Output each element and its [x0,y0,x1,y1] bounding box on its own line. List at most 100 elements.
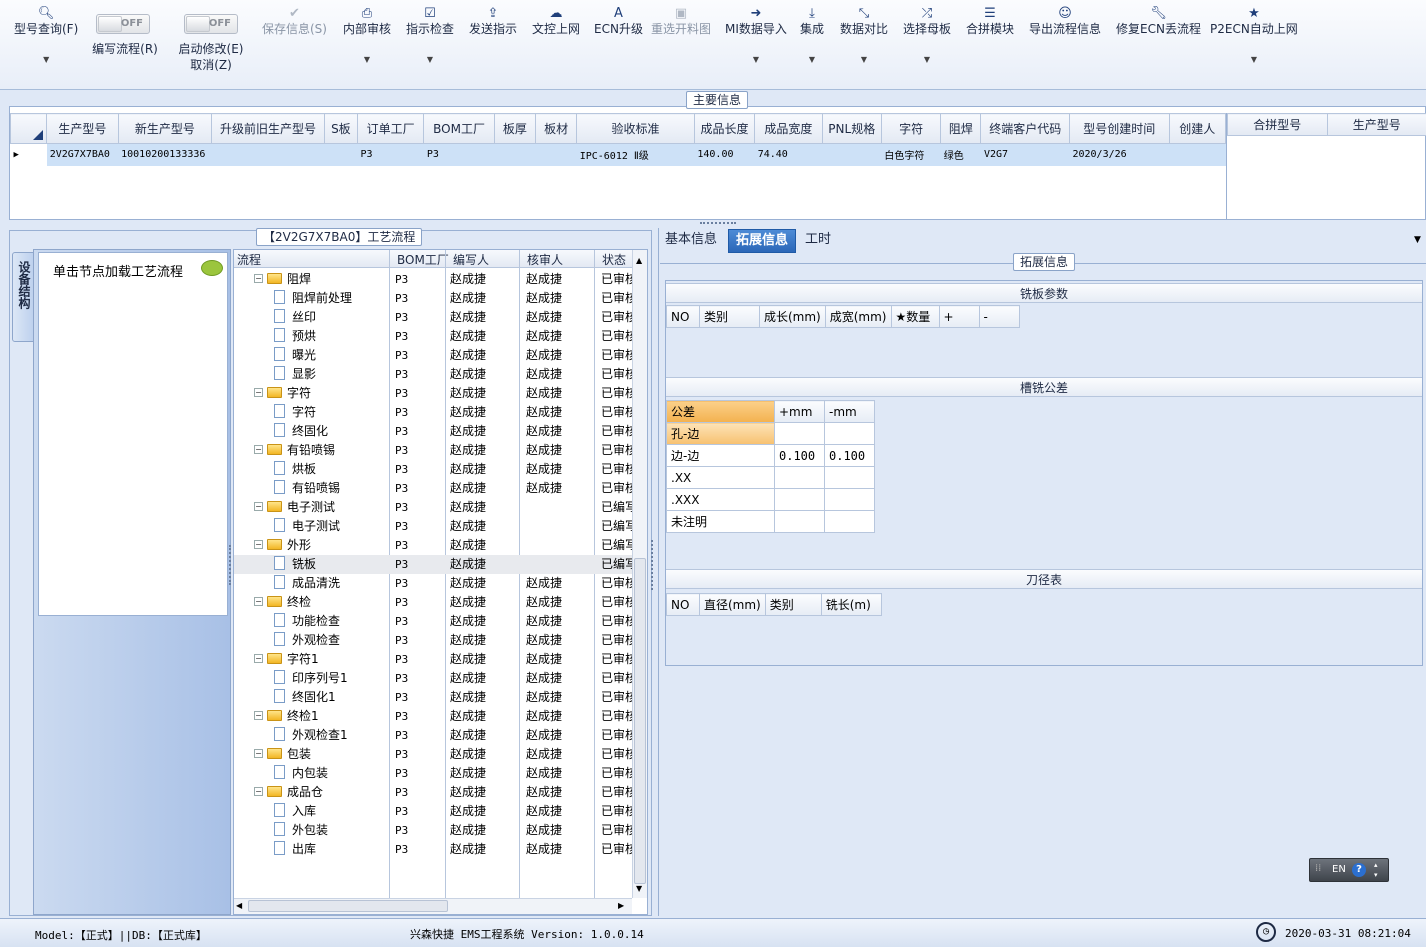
main-cell[interactable]: 白色字符 [881,143,941,166]
process-row[interactable]: 铣板 P3 赵成捷 已编写 [234,555,633,574]
process-node[interactable]: − 阻焊 [254,270,370,289]
col-writer[interactable]: 编写人 [453,251,489,268]
process-node[interactable]: 功能检查 [274,612,390,631]
scroll-down-icon[interactable]: ▼ [636,884,642,893]
scroll-up-icon[interactable]: ▲ [636,256,642,265]
main-cell[interactable] [324,143,358,166]
hscroll-thumb[interactable] [248,900,448,912]
mid-splitter-handle[interactable] [651,540,655,590]
tab-work-hours[interactable]: 工时 [798,229,838,253]
process-node[interactable]: 印序列号1 [274,669,390,688]
process-row[interactable]: − 终检1 P3 赵成捷 赵成捷 已审核 [234,707,633,726]
merge-col-header[interactable]: 生产型号 [1326,113,1426,136]
tol-col-header[interactable]: +mm [774,400,825,423]
main-cell[interactable]: 74.40 [754,143,823,166]
process-node[interactable]: 电子测试 [274,517,390,536]
tabs-dropdown-icon[interactable]: ▼ [1414,235,1421,245]
process-node[interactable]: 曝光 [274,346,390,365]
main-cell[interactable]: P3 [423,143,495,166]
process-row[interactable]: 成品清洗 P3 赵成捷 赵成捷 已审核 [234,574,633,593]
main-col-header[interactable]: 成品宽度 [754,113,823,144]
process-node[interactable]: − 有铅喷锡 [254,441,370,460]
toolbar-btn-8[interactable]: ➜ MI数据导入 ▼ [725,6,787,67]
process-node[interactable]: 外包装 [274,821,390,840]
main-col-header[interactable]: 成品长度 [693,113,756,144]
collapse-icon[interactable]: − [254,787,263,796]
collapse-icon[interactable]: − [254,388,263,397]
main-cell[interactable]: 绿色 [940,143,981,166]
main-cell[interactable] [535,143,577,166]
chevron-down-icon[interactable]: ▼ [840,52,888,67]
toolbar-btn-2[interactable]: ⎙ 内部审核 ▼ [343,6,391,67]
process-node[interactable]: 入库 [274,802,390,821]
ime-widget[interactable]: ⁞⁞ EN ? ▴ ▾ [1309,858,1389,882]
cancel-edit-label[interactable]: 取消(Z) [174,58,248,73]
process-row[interactable]: 字符 P3 赵成捷 赵成捷 已审核 [234,403,633,422]
vscroll-thumb[interactable] [634,558,646,884]
main-col-header[interactable]: PNL规格 [821,113,882,144]
process-row[interactable]: − 终检 P3 赵成捷 赵成捷 已审核 [234,593,633,612]
main-col-header[interactable]: 字符 [880,113,942,144]
process-node[interactable]: − 外形 [254,536,370,555]
main-col-header[interactable]: 生产型号 [46,113,119,144]
process-row[interactable]: 入库 P3 赵成捷 赵成捷 已审核 [234,802,633,821]
toolbar-btn-0[interactable]: 🔍︎ 型号查询(F) ▼ [14,6,78,67]
process-row[interactable]: 烘板 P3 赵成捷 赵成捷 已审核 [234,460,633,479]
process-node[interactable]: 终固化 [274,422,390,441]
equipment-structure-tab[interactable]: 设备结构 [12,252,34,342]
toolbar-btn-1[interactable]: ✔ 保存信息(S) [262,6,327,37]
process-node[interactable]: − 字符1 [254,650,370,669]
col-header[interactable]: + [938,305,980,328]
main-cell[interactable]: 2V2G7X7BA0 [46,143,119,166]
scroll-right-icon[interactable]: ▶ [618,901,624,910]
tol-cell[interactable]: 0.100 [824,444,875,467]
main-col-header[interactable]: 板厚 [493,113,536,144]
main-cell[interactable] [494,143,536,166]
process-row[interactable]: 阻焊前处理 P3 赵成捷 赵成捷 已审核 [234,289,633,308]
process-row[interactable]: 有铅喷锡 P3 赵成捷 赵成捷 已审核 [234,479,633,498]
main-col-header[interactable]: 新生产型号 [117,113,213,144]
toolbar-btn-15[interactable]: ★ P2ECN自动上网 ▼ [1210,6,1298,67]
tol-cell[interactable]: .XXX [666,488,775,511]
process-node[interactable]: 阻焊前处理 [274,289,390,308]
main-col-header[interactable]: 创建人 [1168,113,1226,144]
main-col-header[interactable]: 验收标准 [576,113,695,144]
toolbar-btn-11[interactable]: ⤮ 选择母板 ▼ [903,6,951,67]
col-header[interactable]: NO [666,305,700,328]
equipment-tree[interactable]: 单击节点加载工艺流程 [38,252,228,616]
main-col-header[interactable]: 终端客户代码 [980,113,1070,144]
main-cell[interactable]: IPC-6012 Ⅱ级 [576,143,695,166]
tol-cell[interactable] [824,422,875,445]
help-icon[interactable]: ? [1352,863,1366,877]
col-header[interactable]: 直径(mm) [699,593,766,616]
col-header[interactable]: - [978,305,1020,328]
chevron-down-icon[interactable]: ▼ [343,52,391,67]
tol-cell[interactable]: 未注明 [666,510,775,533]
col-header[interactable]: 类别 [764,593,822,616]
chevron-down-icon[interactable]: ▼ [1210,52,1298,67]
main-cell[interactable]: V2G7 [980,143,1070,166]
tab-basic-info[interactable]: 基本信息 [658,229,724,253]
process-row[interactable]: 丝印 P3 赵成捷 赵成捷 已审核 [234,308,633,327]
cutter-table[interactable]: NO 直径(mm) 类别 铣长(m) [666,593,882,616]
toolbar-btn-13[interactable]: ☺ 导出流程信息 [1029,6,1101,37]
milling-params-table[interactable]: NO 类别 成长(mm) 成宽(mm) ★数量 + - [666,305,1020,328]
process-node[interactable]: 外观检查 [274,631,390,650]
process-node[interactable]: − 终检1 [254,707,370,726]
tol-cell[interactable]: 0.100 [774,444,825,467]
process-row[interactable]: 内包装 P3 赵成捷 赵成捷 已审核 [234,764,633,783]
process-node[interactable]: 预烘 [274,327,390,346]
process-node[interactable]: − 成品仓 [254,783,370,802]
tree-vscrollbar[interactable]: ▲ ▼ [632,250,647,898]
tol-cell[interactable] [774,510,825,533]
collapse-icon[interactable]: − [254,711,263,720]
collapse-icon[interactable]: − [254,445,263,454]
process-row[interactable]: 曝光 P3 赵成捷 赵成捷 已审核 [234,346,633,365]
main-col-header[interactable]: S板 [323,113,358,144]
process-node[interactable]: 烘板 [274,460,390,479]
toolbar-btn-14[interactable]: 🔧︎ 修复ECN丢流程 [1116,6,1201,37]
process-row[interactable]: 印序列号1 P3 赵成捷 赵成捷 已审核 [234,669,633,688]
tol-cell[interactable]: .XX [666,466,775,489]
process-node[interactable]: 出库 [274,840,390,859]
process-row[interactable]: 显影 P3 赵成捷 赵成捷 已审核 [234,365,633,384]
